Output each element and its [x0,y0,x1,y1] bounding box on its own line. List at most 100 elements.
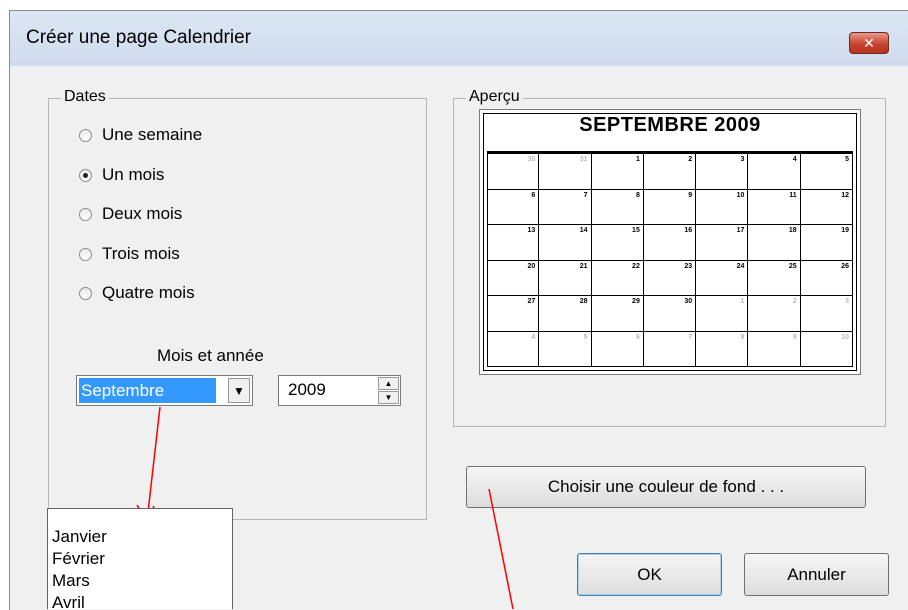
radio-button-icon[interactable] [79,128,92,142]
radio-label: Un mois [102,165,165,184]
calendar-day-number: 24 [736,262,745,270]
calendar-day-cell: 18 [748,225,801,261]
year-spinner[interactable]: 2009 ▲ ▼ [278,375,401,406]
calendar-day-cell: 22 [591,260,644,296]
radio-une-semaine[interactable]: Une semaine [79,124,202,146]
cancel-button[interactable]: Annuler [744,553,889,596]
calendar-day-cell: 11 [748,189,801,225]
calendar-day-cell: 4 [748,154,801,190]
radio-quatre-mois[interactable]: Quatre mois [79,282,195,304]
radio-label: Quatre mois [102,283,195,302]
calendar-day-number: 6 [531,191,536,199]
month-select-value: Septembre [79,378,216,403]
calendar-day-cell: 2 [748,296,801,332]
calendar-day-cell: 28 [539,296,592,332]
month-dropdown-list: Janvier Février Mars Avril [47,508,233,609]
radio-button-checked-icon[interactable] [79,168,92,182]
calendar-day-number: 4 [531,333,536,341]
calendar-day-number: 15 [632,227,640,234]
calendar-day-number: 5 [583,333,588,341]
calendar-day-cell: 30 [487,154,540,190]
radio-trois-mois[interactable]: Trois mois [79,243,180,265]
calendar-day-number: 10 [841,333,849,341]
month-option-janvier[interactable]: Janvier [52,527,107,547]
calendar-day-number: 5 [845,156,849,163]
dates-group-label: Dates [61,88,109,106]
calendar-day-cell: 31 [539,154,592,190]
choose-background-color-button[interactable]: Choisir une couleur de fond . . . [466,466,866,508]
month-select[interactable]: Septembre ▼ [76,375,253,406]
calendar-day-cell: 10 [696,189,749,225]
calendar-day-cell: 23 [643,260,697,296]
calendar-day-number: 2 [792,298,797,305]
calendar-day-number: 22 [632,262,640,270]
calendar-day-number: 17 [736,227,745,234]
calendar-day-number: 7 [688,333,693,341]
calendar-day-cell: 26 [800,260,853,296]
calendar-day-cell: 1 [591,154,644,190]
radio-label: Trois mois [102,244,180,263]
preview-group: Aperçu SEPTEMBRE 2009 30 31 1 2 3 4 5 6 7 8 9 10 11 1… [453,88,886,427]
radio-un-mois[interactable]: Un mois [79,164,164,186]
calendar-day-number: 2 [688,156,693,163]
title-bar: Créer une page Calendrier ✕ [10,11,908,66]
radio-label: Une semaine [102,125,203,144]
calendar-day-number: 1 [740,298,745,305]
calendar-day-number: 26 [841,262,849,270]
month-option-fevrier[interactable]: Février [52,549,105,569]
calendar-day-cell: 3 [696,154,749,190]
calendar-day-cell: 5 [800,154,853,190]
spin-down-icon[interactable]: ▼ [378,391,399,404]
radio-deux-mois[interactable]: Deux mois [79,203,182,225]
close-button[interactable]: ✕ [849,32,889,54]
calendar-day-number: 31 [579,156,588,163]
preview-group-label: Aperçu [466,88,523,106]
calendar-day-cell: 13 [487,225,540,261]
calendar-day-number: 8 [740,333,745,341]
calendar-day-cell: 30 [643,296,697,332]
calendar-day-number: 12 [841,191,849,199]
calendar-day-cell: 21 [539,260,592,296]
calendar-day-cell: 24 [696,260,749,296]
calendar-day-number: 4 [792,156,797,163]
month-option-avril[interactable]: Avril [52,593,85,609]
month-option-mars[interactable]: Mars [52,571,90,591]
calendar-day-cell: 9 [643,189,697,225]
radio-button-icon[interactable] [79,207,92,221]
calendar-day-number: 7 [583,191,588,199]
calendar-day-cell: 17 [696,225,749,261]
calendar-day-number: 23 [684,262,693,270]
month-year-label: Mois et année [157,346,264,365]
calendar-day-number: 16 [684,227,693,234]
calendar-day-number: 3 [740,156,745,163]
chevron-down-icon[interactable]: ▼ [228,378,250,403]
calendar-day-cell: 5 [539,331,592,367]
calendar-day-number: 20 [527,262,536,270]
radio-button-icon[interactable] [79,286,92,300]
calendar-day-number: 18 [788,227,797,234]
calendar-day-cell: 6 [591,331,644,367]
calendar-day-number: 28 [579,298,588,305]
calendar-day-cell: 29 [591,296,644,332]
calendar-day-number: 6 [635,333,640,341]
dates-group: Dates Une semaine Un mois Deux mois Troi… [48,88,427,520]
calendar-day-number: 21 [579,262,588,270]
calendar-day-number: 3 [845,298,849,305]
ok-button[interactable]: OK [577,553,722,596]
calendar-day-number: 25 [788,262,797,270]
calendar-day-number: 30 [684,298,693,305]
calendar-day-cell: 1 [696,296,749,332]
calendar-day-number: 27 [527,298,536,305]
calendar-day-cell: 27 [487,296,540,332]
calendar-preview: SEPTEMBRE 2009 30 31 1 2 3 4 5 6 7 8 9 10 11 12 13 14 15… [479,109,861,375]
calendar-day-number: 29 [632,298,640,305]
calendar-page: SEPTEMBRE 2009 30 31 1 2 3 4 5 6 7 8 9 10 11 12 13 14 15… [483,113,857,371]
radio-button-icon[interactable] [79,247,92,261]
spin-up-icon[interactable]: ▲ [378,377,399,390]
calendar-day-cell: 12 [800,189,853,225]
calendar-day-cell: 9 [748,331,801,367]
calendar-day-number: 30 [527,156,536,163]
calendar-day-cell: 14 [539,225,592,261]
calendar-day-number: 14 [579,227,588,234]
calendar-day-cell: 7 [643,331,697,367]
